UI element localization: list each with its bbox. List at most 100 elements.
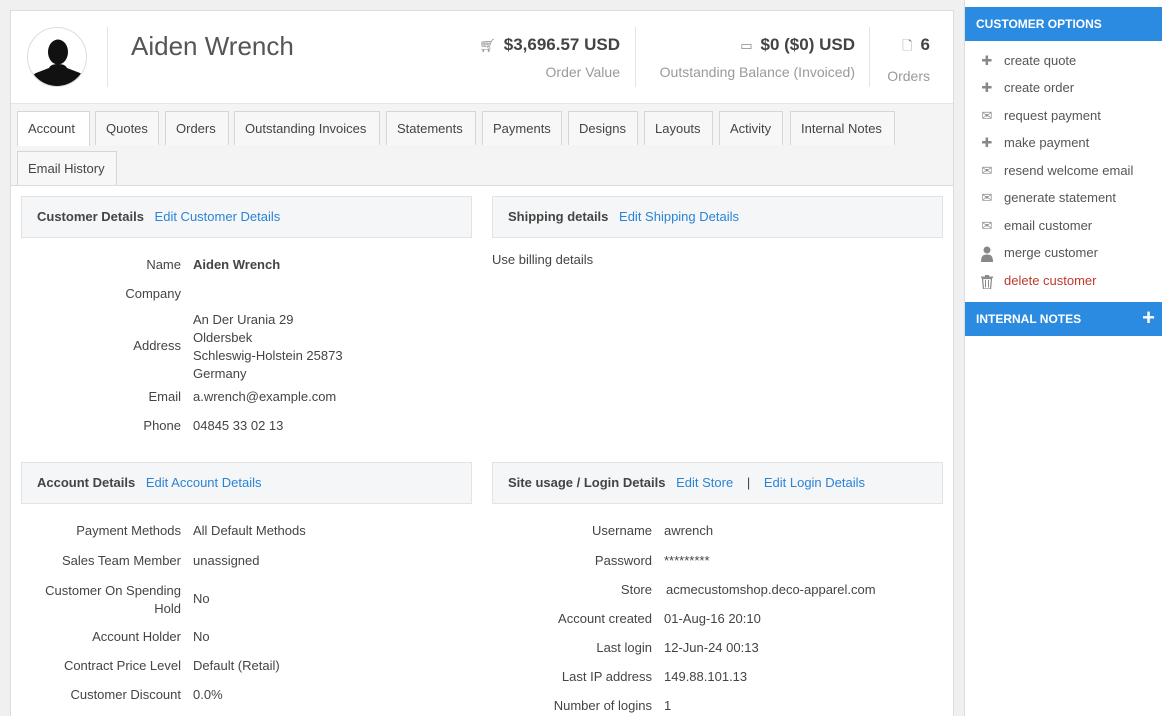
username-label: Username: [592, 523, 652, 538]
add-note-plus-icon[interactable]: +: [1142, 302, 1155, 334]
customer-discount-value: 0.0%: [193, 687, 223, 702]
customer-discount-label: Customer Discount: [70, 687, 181, 702]
store-value: acmecustomshop.deco-apparel.com: [666, 582, 876, 597]
tab-layouts[interactable]: Layouts: [644, 111, 713, 145]
password-label: Password: [594, 553, 652, 568]
customer-name-heading: Aiden Wrench: [131, 31, 294, 61]
customer-options-sidebar: CUSTOMER OPTIONS ✚ create quote ✚ create o…: [964, 0, 1162, 716]
spending-hold-label-line: Customer On Spending: [45, 583, 181, 598]
merge-customer-option[interactable]: merge customer: [977, 243, 1098, 263]
outstanding-balance-label: Outstanding Balance (Invoiced): [659, 64, 855, 80]
delete-customer-option[interactable]: delete customer: [977, 271, 1097, 291]
generate-statement-option[interactable]: ✉ generate statement: [977, 188, 1116, 208]
customer-details-header: Customer Details Edit Customer Details: [21, 196, 472, 238]
option-label: create quote: [1004, 53, 1077, 68]
option-label: email customer: [1004, 218, 1093, 233]
name-label: Name: [146, 257, 181, 272]
outstanding-balance-stat: ▭ $0 ($0) USD Outstanding Balance (Invoic…: [660, 35, 855, 80]
tab-internal-notes[interactable]: Internal Notes: [790, 111, 895, 145]
customer-main-panel: Aiden Wrench 🛒︎ $3,696.57 USD Order Value…: [10, 10, 954, 716]
person-silhouette-icon: [30, 39, 86, 86]
shipping-text: Use billing details: [492, 252, 594, 267]
header-divider: [635, 27, 636, 87]
link-separator: |: [746, 475, 751, 490]
option-label: generate statement: [1004, 190, 1117, 205]
header-divider: [107, 27, 108, 87]
request-payment-option[interactable]: ✉ request payment: [977, 106, 1101, 126]
order-value-label: Order Value: [545, 64, 620, 80]
tab-account[interactable]: Account: [17, 111, 90, 146]
tab-designs[interactable]: Designs: [568, 111, 638, 145]
edit-store-link[interactable]: Edit Store: [676, 475, 733, 490]
order-value: $3,696.57 USD: [503, 35, 620, 54]
plus-icon: ✚: [981, 135, 993, 150]
number-of-logins-label: Number of logins: [553, 698, 652, 713]
site-usage-header: Site usage / Login Details Edit Store | …: [492, 462, 943, 504]
account-holder-label: Account Holder: [92, 629, 181, 644]
outstanding-balance-value: $0 ($0) USD: [760, 35, 855, 54]
option-label: delete customer: [1004, 273, 1097, 288]
envelope-icon: ✉: [981, 218, 993, 233]
option-label: merge customer: [1004, 245, 1098, 260]
edit-customer-details-link[interactable]: Edit Customer Details: [155, 209, 281, 224]
username-value: awrench: [664, 523, 714, 538]
create-order-option[interactable]: ✚ create order: [977, 78, 1075, 98]
option-label: request payment: [1004, 108, 1101, 123]
header-divider: [869, 27, 870, 87]
phone-value: 04845 33 02 13: [193, 418, 284, 433]
tab-outstanding-invoices[interactable]: Outstanding Invoices: [234, 111, 380, 145]
account-details-header: Account Details Edit Account Details: [21, 462, 472, 504]
resend-welcome-email-option[interactable]: ✉ resend welcome email: [977, 161, 1134, 181]
last-ip-value: 149.88.101.13: [664, 669, 748, 684]
tab-activity[interactable]: Activity: [719, 111, 783, 145]
envelope-icon: ✉: [981, 190, 993, 205]
edit-shipping-details-link[interactable]: Edit Shipping Details: [619, 209, 739, 224]
email-label: Email: [148, 389, 181, 404]
address-line: Schleswig-Holstein 25873: [193, 348, 343, 363]
phone-label: Phone: [143, 418, 181, 433]
last-ip-label: Last IP address: [561, 669, 652, 684]
tab-payments[interactable]: Payments: [482, 111, 562, 145]
tab-statements[interactable]: Statements: [386, 111, 476, 145]
store-label: Store: [620, 582, 652, 597]
address-line: Oldersbek: [193, 330, 253, 345]
tab-email-history[interactable]: Email History: [17, 151, 117, 185]
orders-count: 6: [920, 35, 930, 54]
email-link[interactable]: a.wrench@example.com: [193, 389, 336, 404]
make-payment-option[interactable]: ✚ make payment: [977, 133, 1090, 153]
envelope-icon: ✉: [981, 163, 993, 178]
address-line: Germany: [193, 366, 247, 381]
customer-details-title: Customer Details: [37, 209, 144, 224]
edit-login-details-link[interactable]: Edit Login Details: [764, 475, 865, 490]
tab-quotes[interactable]: Quotes: [95, 111, 159, 145]
customer-options-header: CUSTOMER OPTIONS: [965, 7, 1162, 41]
shipping-details-title: Shipping details: [508, 209, 609, 224]
internal-notes-header: INTERNAL NOTES +: [965, 302, 1162, 336]
internal-notes-title: INTERNAL NOTES: [976, 312, 1082, 326]
option-label: make payment: [1004, 135, 1090, 150]
payment-methods-link[interactable]: All Default Methods: [193, 523, 306, 538]
account-holder-value: No: [193, 629, 210, 644]
cart-icon: 🛒︎: [479, 38, 496, 53]
sales-team-member-value: unassigned: [193, 553, 260, 568]
shipping-details-header: Shipping details Edit Shipping Details: [492, 196, 943, 238]
spending-hold-label-line: Hold: [154, 601, 181, 616]
password-value: *********: [664, 553, 710, 568]
last-login-label: Last login: [596, 640, 652, 655]
plus-icon: ✚: [981, 80, 993, 95]
orders-label: Orders: [887, 68, 930, 84]
order-value-stat: 🛒︎ $3,696.57 USD Order Value: [479, 35, 620, 80]
edit-account-details-link[interactable]: Edit Account Details: [146, 475, 262, 490]
tab-orders[interactable]: Orders: [165, 111, 229, 145]
orders-stat: 🗋︎ 6 Orders: [887, 35, 930, 84]
spending-hold-label: Customer On Spending Hold: [21, 582, 181, 618]
address-label: Address: [133, 338, 181, 353]
email-customer-option[interactable]: ✉ email customer: [977, 216, 1093, 236]
account-created-label: Account created: [558, 611, 652, 626]
address-value: An Der Urania 29 Oldersbek Schleswig-Hol…: [193, 311, 343, 383]
create-quote-option[interactable]: ✚ create quote: [977, 51, 1077, 71]
site-usage-title: Site usage / Login Details: [508, 475, 666, 490]
contract-price-level-value: Default (Retail): [193, 658, 280, 673]
trash-icon: [977, 271, 997, 291]
envelope-icon: ✉: [981, 108, 993, 123]
